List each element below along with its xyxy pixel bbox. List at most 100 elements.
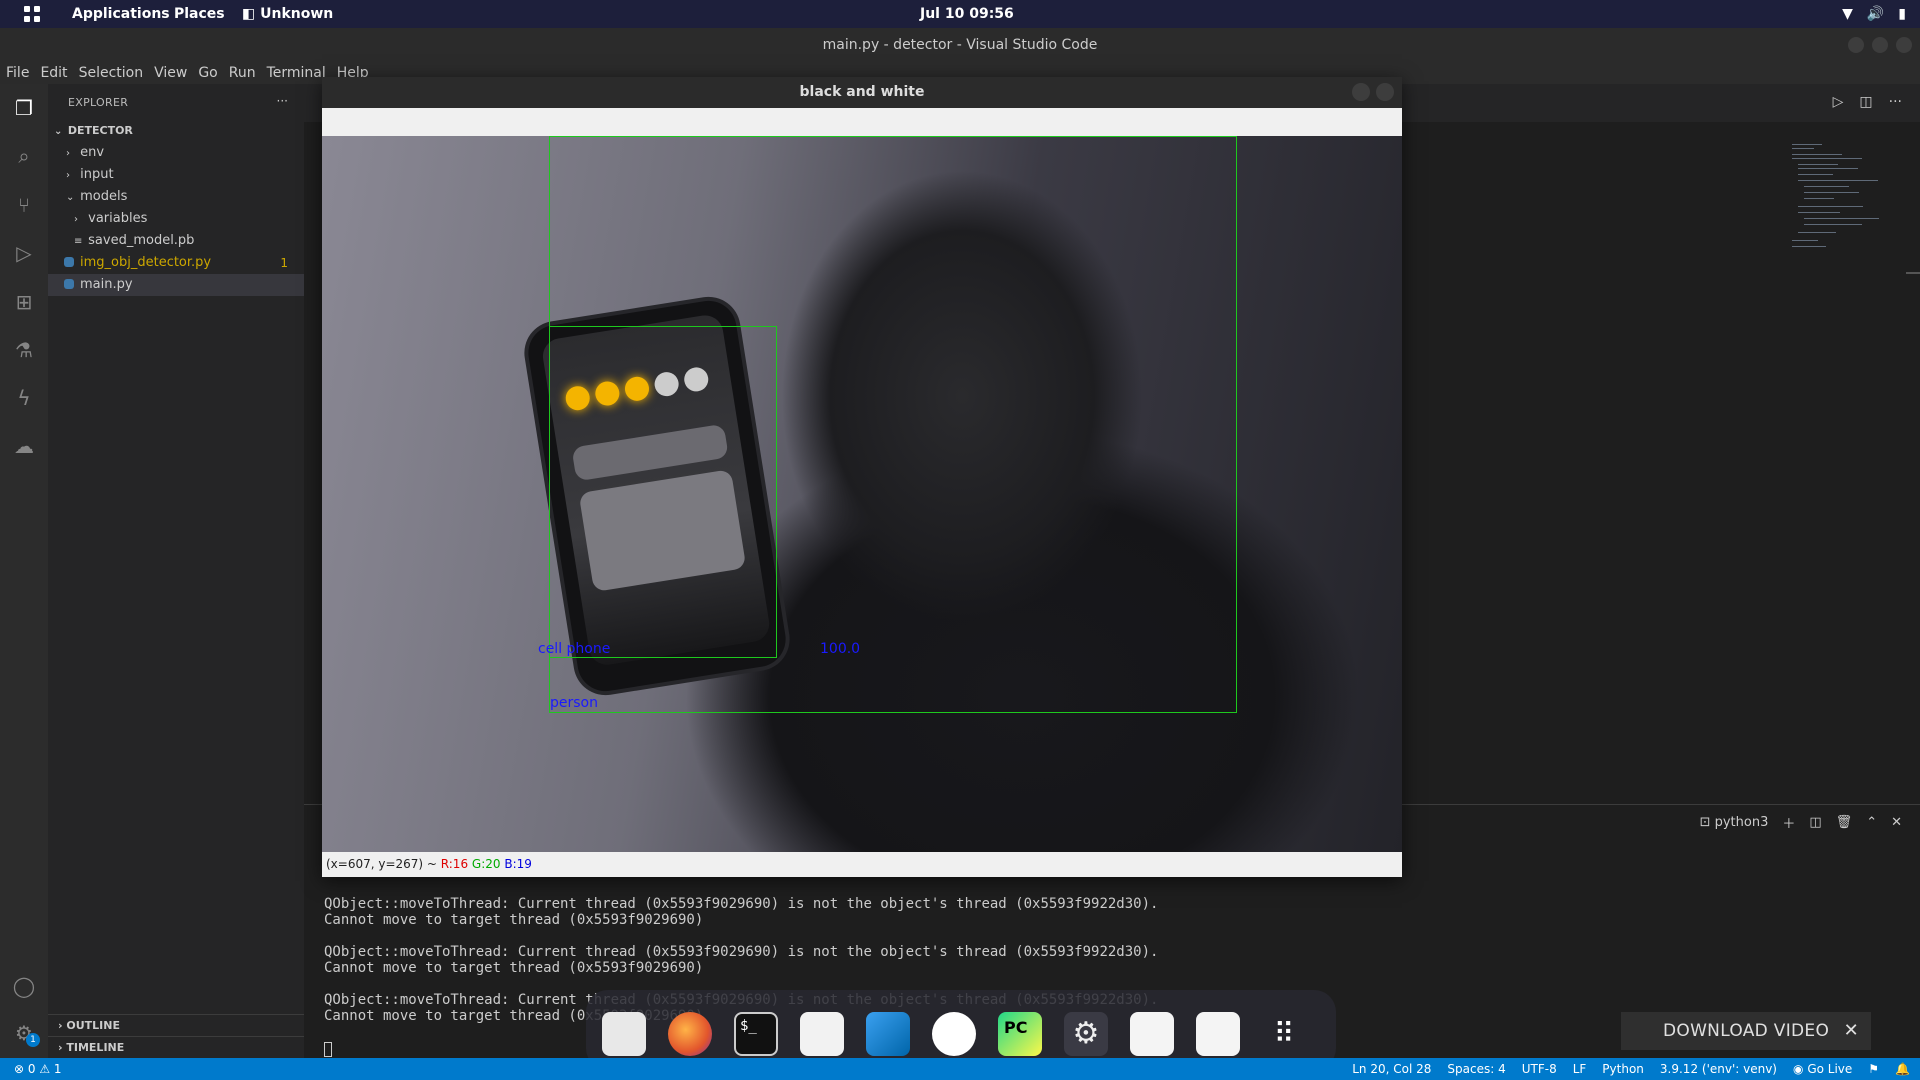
battery-icon[interactable]: ▮ <box>1898 6 1906 22</box>
maximize-panel-icon[interactable]: ⌃ <box>1866 815 1877 830</box>
run-debug-icon[interactable]: ▷ <box>12 241 36 265</box>
explorer-icon[interactable]: ❐ <box>12 96 36 120</box>
new-terminal-icon[interactable]: ＋ <box>1782 813 1795 832</box>
indentation[interactable]: Spaces: 4 <box>1447 1058 1505 1080</box>
pycharm-icon[interactable]: PC <box>998 1012 1042 1056</box>
opencv-window[interactable]: black and white cell phone 100.0 person … <box>322 77 1402 877</box>
usb-drive-icon[interactable] <box>1130 1012 1174 1056</box>
minimize-button[interactable] <box>1848 37 1864 53</box>
go-live-button[interactable]: ◉ Go Live <box>1793 1058 1852 1080</box>
explorer-more-button[interactable]: ··· <box>277 94 288 108</box>
settings-app-icon[interactable]: ⚙ <box>1064 1012 1108 1056</box>
menu-terminal[interactable]: Terminal <box>267 62 326 84</box>
source-control-icon[interactable]: ⑂ <box>12 193 36 217</box>
terminal-shell-label: python3 <box>1714 815 1769 830</box>
show-apps-grid-icon[interactable]: ⠿ <box>1262 1012 1306 1056</box>
activity-bar <box>0 84 48 1058</box>
problems-indicator[interactable]: ⊗ 0 ⚠ 1 <box>14 1058 62 1080</box>
project-folder[interactable]: ⌄ DETECTOR <box>48 120 304 142</box>
split-editor-icon[interactable]: ◫ <box>1859 94 1872 110</box>
clock[interactable]: Jul 10 09:56 <box>920 6 1014 22</box>
outline-label: OUTLINE <box>66 1019 120 1032</box>
kill-terminal-icon[interactable]: 🗑 <box>1836 815 1853 830</box>
timeline-section[interactable]: › TIMELINE <box>48 1036 304 1058</box>
thunder-client-icon[interactable]: ϟ <box>12 386 36 410</box>
text-editor-icon[interactable] <box>800 1012 844 1056</box>
terminal-actions: ⊡ python3 ＋ ◫ 🗑 ⌃ ✕ <box>1700 813 1902 832</box>
camera-frame[interactable]: cell phone 100.0 person <box>322 136 1402 852</box>
outline-section[interactable]: › OUTLINE <box>48 1014 304 1036</box>
split-terminal-icon[interactable]: ◫ <box>1809 815 1821 830</box>
settings-badge: 1 <box>26 1033 40 1047</box>
tree-folder-input[interactable]: › input <box>48 164 304 186</box>
chevron-down-icon: ⌄ <box>66 192 75 203</box>
terminal-shell-selector[interactable]: ⊡ python3 <box>1700 815 1769 830</box>
notifications-bell-icon[interactable]: 🔔 <box>1895 1058 1910 1080</box>
download-video-label: DOWNLOAD VIDEO <box>1663 1021 1830 1041</box>
files-app-icon[interactable] <box>602 1012 646 1056</box>
terminal-icon: ⊡ <box>1699 815 1711 830</box>
focused-app-menu[interactable]: ◧ Unknown <box>242 6 333 22</box>
python-interpreter[interactable]: 3.9.12 ('env': venv) <box>1660 1058 1777 1080</box>
tree-folder-env[interactable]: › env <box>48 142 304 164</box>
opencv-window-title[interactable]: black and white <box>322 77 1402 108</box>
tree-folder-variables[interactable]: › variables <box>48 208 304 230</box>
terminal-line: Cannot move to target thread (0x5593f902… <box>324 960 704 976</box>
close-panel-icon[interactable]: ✕ <box>1891 815 1902 830</box>
focused-app-label: Unknown <box>260 6 334 22</box>
firefox-icon[interactable] <box>668 1012 712 1056</box>
tree-label: main.py <box>80 277 133 292</box>
run-file-icon[interactable]: ▷ <box>1833 94 1844 110</box>
end-of-line[interactable]: LF <box>1573 1058 1587 1080</box>
opencv-close-button[interactable] <box>1376 83 1394 101</box>
menu-run[interactable]: Run <box>229 62 256 84</box>
feedback-icon[interactable]: ⚑ <box>1868 1058 1879 1080</box>
tree-file-img-obj-detector[interactable]: img_obj_detector.py 1 <box>48 252 304 274</box>
app-grid-icon[interactable] <box>24 6 40 22</box>
system-tray[interactable]: ▼ 🔊 ▮ <box>1842 6 1906 22</box>
editor-scrollbar[interactable] <box>1906 272 1920 274</box>
docker-icon[interactable]: ☁ <box>12 434 36 458</box>
menu-selection[interactable]: Selection <box>79 62 144 84</box>
tree-file-main-py[interactable]: main.py <box>48 274 304 296</box>
volume-icon[interactable]: 🔊 <box>1867 6 1884 22</box>
menu-file[interactable]: File <box>6 62 29 84</box>
chevron-down-icon: ⌄ <box>54 126 63 137</box>
maximize-button[interactable] <box>1872 37 1888 53</box>
search-icon[interactable]: ⌕ <box>12 144 36 168</box>
places-menu[interactable]: Places <box>174 6 225 22</box>
language-mode[interactable]: Python <box>1602 1058 1644 1080</box>
close-button[interactable] <box>1896 37 1912 53</box>
more-actions-icon[interactable]: ··· <box>1889 94 1902 110</box>
extensions-icon[interactable]: ⊞ <box>12 290 36 314</box>
opencv-minimize-button[interactable] <box>1352 83 1370 101</box>
encoding[interactable]: UTF-8 <box>1522 1058 1557 1080</box>
tree-file-saved-model[interactable]: ≡ saved_model.pb <box>48 230 304 252</box>
python-file-icon <box>64 279 74 289</box>
menu-edit[interactable]: Edit <box>40 62 67 84</box>
download-video-button[interactable]: DOWNLOAD VIDEO ✕ <box>1621 1012 1871 1050</box>
menu-view[interactable]: View <box>154 62 187 84</box>
pixel-coordinates: (x=607, y=267) ~ <box>326 857 441 871</box>
pixel-red: R:16 <box>440 857 469 871</box>
applications-menu[interactable]: Applications <box>72 6 170 22</box>
problem-count-badge: 1 <box>280 256 288 270</box>
testing-icon[interactable]: ⚗ <box>12 338 36 362</box>
wifi-icon[interactable]: ▼ <box>1842 6 1853 22</box>
go-live-label: Go Live <box>1807 1062 1853 1076</box>
minimap[interactable] <box>1788 140 1888 270</box>
terminal-app-icon[interactable]: $_ <box>734 1012 778 1056</box>
usb-drive-2-icon[interactable] <box>1196 1012 1240 1056</box>
person-bounding-box <box>549 136 1237 713</box>
account-icon[interactable]: ◯ <box>12 974 36 998</box>
tree-folder-models[interactable]: ⌄ models <box>48 186 304 208</box>
cursor-position[interactable]: Ln 20, Col 28 <box>1352 1058 1431 1080</box>
menu-go[interactable]: Go <box>198 62 217 84</box>
opencv-status-bar: (x=607, y=267) ~ R:16 G:20 B:19 <box>322 852 1402 877</box>
timeline-label: TIMELINE <box>66 1041 125 1054</box>
vscode-icon[interactable] <box>866 1012 910 1056</box>
terminal-line: Cannot move to target thread (0x5593f902… <box>324 912 704 928</box>
download-close-icon[interactable]: ✕ <box>1844 1012 1859 1050</box>
android-studio-icon[interactable] <box>932 1012 976 1056</box>
